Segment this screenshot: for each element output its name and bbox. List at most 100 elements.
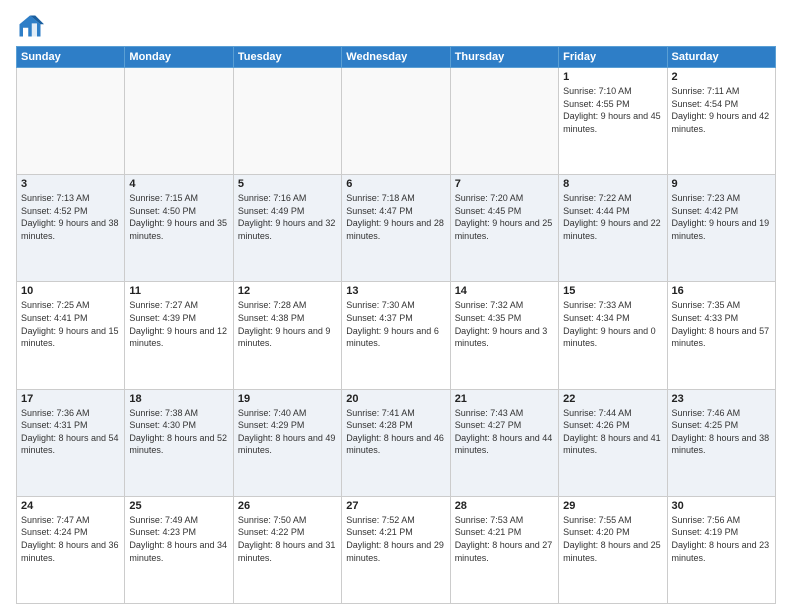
calendar-day-cell [342,68,450,175]
day-info: Sunrise: 7:13 AM Sunset: 4:52 PM Dayligh… [21,192,120,242]
day-number: 17 [21,393,120,405]
calendar-day-cell: 20 Sunrise: 7:41 AM Sunset: 4:28 PM Dayli… [342,389,450,496]
day-number: 7 [455,178,554,190]
weekday-header: Tuesday [233,47,341,68]
day-info: Sunrise: 7:44 AM Sunset: 4:26 PM Dayligh… [563,407,662,457]
day-info: Sunrise: 7:55 AM Sunset: 4:20 PM Dayligh… [563,514,662,564]
day-info: Sunrise: 7:15 AM Sunset: 4:50 PM Dayligh… [129,192,228,242]
calendar-day-cell: 15 Sunrise: 7:33 AM Sunset: 4:34 PM Dayli… [559,282,667,389]
calendar-day-cell: 21 Sunrise: 7:43 AM Sunset: 4:27 PM Dayli… [450,389,558,496]
page: SundayMondayTuesdayWednesdayThursdayFrid… [0,0,792,612]
calendar-day-cell: 18 Sunrise: 7:38 AM Sunset: 4:30 PM Dayli… [125,389,233,496]
day-info: Sunrise: 7:36 AM Sunset: 4:31 PM Dayligh… [21,407,120,457]
day-number: 22 [563,393,662,405]
day-info: Sunrise: 7:22 AM Sunset: 4:44 PM Dayligh… [563,192,662,242]
calendar-day-cell [125,68,233,175]
calendar-day-cell: 19Sunrise: 7:40 AM Sunset: 4:29 PM Dayli… [233,389,341,496]
day-number: 21 [455,393,554,405]
calendar-day-cell: 5 Sunrise: 7:16 AM Sunset: 4:49 PM Daylig… [233,175,341,282]
calendar-week-row: 1 Sunrise: 7:10 AM Sunset: 4:55 PM Daylig… [17,68,776,175]
day-info: Sunrise: 7:18 AM Sunset: 4:47 PM Dayligh… [346,192,445,242]
day-info: Sunrise: 7:16 AM Sunset: 4:49 PM Dayligh… [238,192,337,242]
day-info: Sunrise: 7:30 AM Sunset: 4:37 PM Dayligh… [346,299,445,349]
day-number: 8 [563,178,662,190]
day-number: 28 [455,500,554,512]
calendar-day-cell: 7 Sunrise: 7:20 AM Sunset: 4:45 PM Daylig… [450,175,558,282]
calendar-day-cell [450,68,558,175]
day-info: Sunrise: 7:49 AM Sunset: 4:23 PM Dayligh… [129,514,228,564]
weekday-header: Sunday [17,47,125,68]
calendar-day-cell: 25 Sunrise: 7:49 AM Sunset: 4:23 PM Dayli… [125,496,233,603]
day-info: Sunrise: 7:47 AM Sunset: 4:24 PM Dayligh… [21,514,120,564]
calendar-day-cell: 22 Sunrise: 7:44 AM Sunset: 4:26 PM Dayli… [559,389,667,496]
day-info: Sunrise: 7:33 AM Sunset: 4:34 PM Dayligh… [563,299,662,349]
calendar-week-row: 10Sunrise: 7:25 AM Sunset: 4:41 PM Dayli… [17,282,776,389]
calendar-week-row: 3 Sunrise: 7:13 AM Sunset: 4:52 PM Daylig… [17,175,776,282]
day-info: Sunrise: 7:23 AM Sunset: 4:42 PM Dayligh… [672,192,771,242]
day-number: 1 [563,71,662,83]
day-number: 13 [346,285,445,297]
day-info: Sunrise: 7:50 AM Sunset: 4:22 PM Dayligh… [238,514,337,564]
calendar-day-cell: 3 Sunrise: 7:13 AM Sunset: 4:52 PM Daylig… [17,175,125,282]
calendar-day-cell: 13 Sunrise: 7:30 AM Sunset: 4:37 PM Dayli… [342,282,450,389]
day-number: 11 [129,285,228,297]
calendar-day-cell: 24 Sunrise: 7:47 AM Sunset: 4:24 PM Dayli… [17,496,125,603]
calendar-day-cell: 26 Sunrise: 7:50 AM Sunset: 4:22 PM Dayli… [233,496,341,603]
day-info: Sunrise: 7:56 AM Sunset: 4:19 PM Dayligh… [672,514,771,564]
weekday-header: Wednesday [342,47,450,68]
day-number: 16 [672,285,771,297]
day-number: 30 [672,500,771,512]
day-info: Sunrise: 7:53 AM Sunset: 4:21 PM Dayligh… [455,514,554,564]
day-number: 2 [672,71,771,83]
day-info: Sunrise: 7:41 AM Sunset: 4:28 PM Dayligh… [346,407,445,457]
day-number: 10 [21,285,120,297]
day-info: Sunrise: 7:10 AM Sunset: 4:55 PM Dayligh… [563,85,662,135]
day-info: Sunrise: 7:20 AM Sunset: 4:45 PM Dayligh… [455,192,554,242]
day-number: 6 [346,178,445,190]
day-number: 25 [129,500,228,512]
weekday-header: Thursday [450,47,558,68]
header [16,12,776,40]
day-number: 3 [21,178,120,190]
day-number: 18 [129,393,228,405]
calendar-day-cell: 10Sunrise: 7:25 AM Sunset: 4:41 PM Dayli… [17,282,125,389]
day-number: 15 [563,285,662,297]
calendar-body: 1 Sunrise: 7:10 AM Sunset: 4:55 PM Daylig… [17,68,776,604]
calendar-day-cell: 23 Sunrise: 7:46 AM Sunset: 4:25 PM Dayli… [667,389,775,496]
calendar-table: SundayMondayTuesdayWednesdayThursdayFrid… [16,46,776,604]
day-number: 20 [346,393,445,405]
day-info: Sunrise: 7:40 AM Sunset: 4:29 PM Dayligh… [238,407,337,457]
day-number: 4 [129,178,228,190]
day-number: 29 [563,500,662,512]
day-number: 5 [238,178,337,190]
day-number: 27 [346,500,445,512]
day-number: 26 [238,500,337,512]
calendar-day-cell: 1 Sunrise: 7:10 AM Sunset: 4:55 PM Daylig… [559,68,667,175]
calendar-day-cell: 4 Sunrise: 7:15 AM Sunset: 4:50 PM Daylig… [125,175,233,282]
day-info: Sunrise: 7:28 AM Sunset: 4:38 PM Dayligh… [238,299,337,349]
calendar-day-cell: 17 Sunrise: 7:36 AM Sunset: 4:31 PM Dayli… [17,389,125,496]
calendar-header-row: SundayMondayTuesdayWednesdayThursdayFrid… [17,47,776,68]
calendar-day-cell: 27Sunrise: 7:52 AM Sunset: 4:21 PM Dayli… [342,496,450,603]
calendar-day-cell [17,68,125,175]
calendar-day-cell: 14Sunrise: 7:32 AM Sunset: 4:35 PM Dayli… [450,282,558,389]
day-number: 12 [238,285,337,297]
weekday-header: Saturday [667,47,775,68]
calendar-week-row: 24 Sunrise: 7:47 AM Sunset: 4:24 PM Dayli… [17,496,776,603]
calendar-day-cell: 8 Sunrise: 7:22 AM Sunset: 4:44 PM Daylig… [559,175,667,282]
day-info: Sunrise: 7:11 AM Sunset: 4:54 PM Dayligh… [672,85,771,135]
day-number: 23 [672,393,771,405]
day-info: Sunrise: 7:46 AM Sunset: 4:25 PM Dayligh… [672,407,771,457]
day-info: Sunrise: 7:43 AM Sunset: 4:27 PM Dayligh… [455,407,554,457]
calendar-week-row: 17 Sunrise: 7:36 AM Sunset: 4:31 PM Dayli… [17,389,776,496]
day-info: Sunrise: 7:38 AM Sunset: 4:30 PM Dayligh… [129,407,228,457]
calendar-day-cell: 6 Sunrise: 7:18 AM Sunset: 4:47 PM Daylig… [342,175,450,282]
logo-icon [16,12,44,40]
day-number: 24 [21,500,120,512]
calendar-day-cell: 29 Sunrise: 7:55 AM Sunset: 4:20 PM Dayli… [559,496,667,603]
calendar-day-cell: 16 Sunrise: 7:35 AM Sunset: 4:33 PM Dayli… [667,282,775,389]
day-info: Sunrise: 7:27 AM Sunset: 4:39 PM Dayligh… [129,299,228,349]
calendar-day-cell: 11 Sunrise: 7:27 AM Sunset: 4:39 PM Dayli… [125,282,233,389]
day-info: Sunrise: 7:35 AM Sunset: 4:33 PM Dayligh… [672,299,771,349]
calendar-day-cell: 28 Sunrise: 7:53 AM Sunset: 4:21 PM Dayli… [450,496,558,603]
